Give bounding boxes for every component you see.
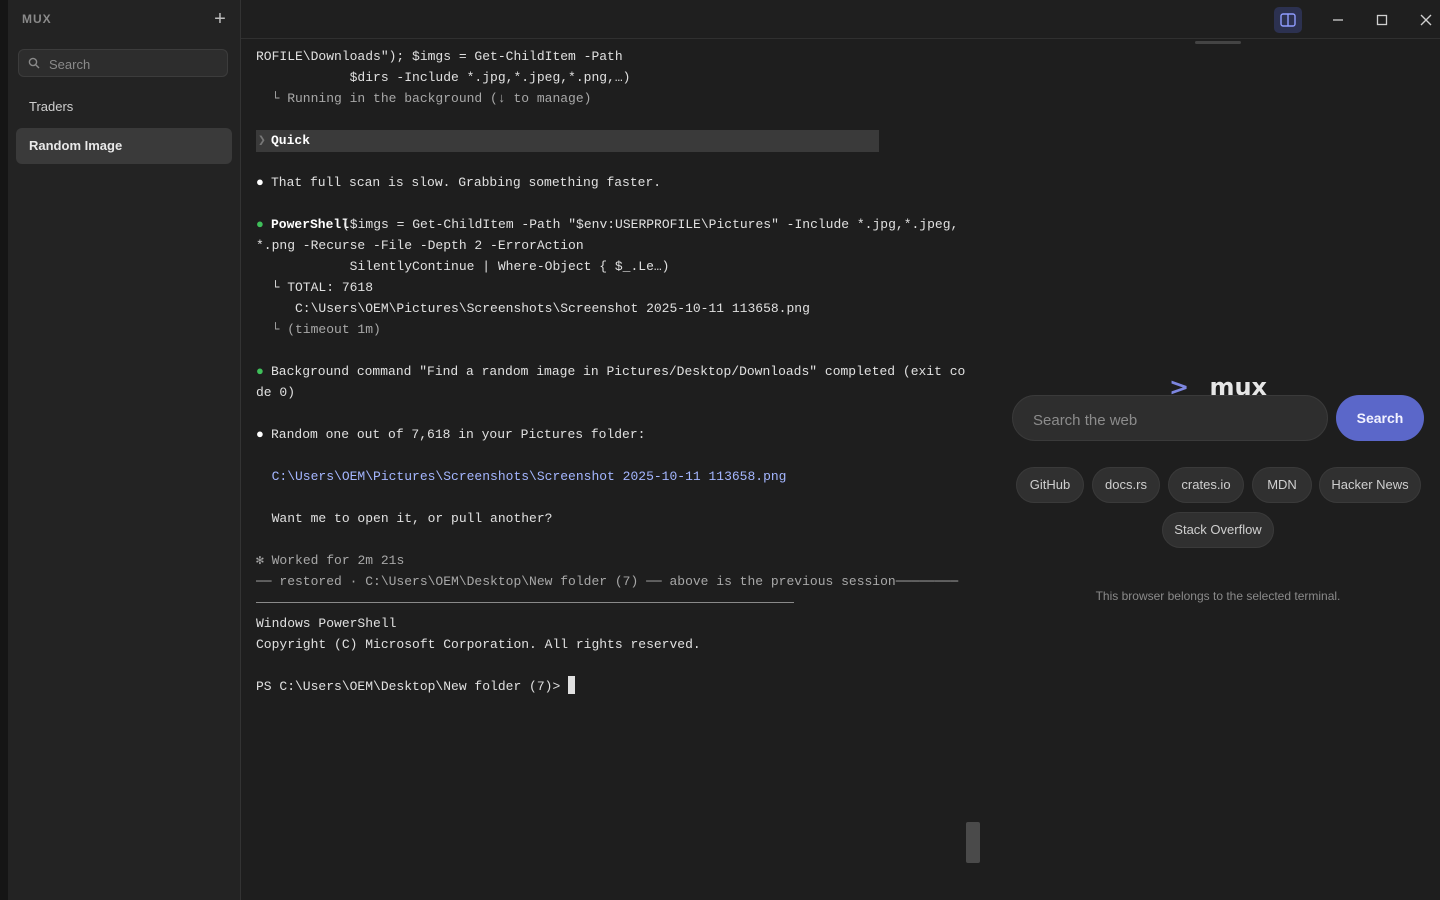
terminal-line: Random one out of 7,618 in your Pictures…	[271, 427, 646, 442]
sidebar-search[interactable]	[18, 49, 228, 77]
maximize-icon	[1376, 14, 1388, 26]
terminal-line: That full scan is slow. Grabbing somethi…	[271, 175, 662, 190]
add-session-button[interactable]: +	[208, 8, 232, 32]
terminal-line: de 0)	[256, 385, 296, 400]
white-bullet-icon: ●	[256, 175, 264, 190]
terminal-line: Copyright (C) Microsoft Corporation. All…	[256, 637, 701, 652]
titlebar	[241, 0, 1440, 39]
maximize-button[interactable]	[1368, 7, 1396, 33]
terminal-scrollbar[interactable]	[966, 822, 980, 863]
worked-duration: ✻ Worked for 2m 21s	[256, 553, 405, 568]
prompt-text: PS C:\Users\OEM\Desktop\New folder (7)>	[256, 679, 569, 694]
divider-line	[256, 602, 794, 603]
quicklink-github[interactable]: GitHub	[1016, 467, 1084, 503]
image-path-link[interactable]: C:\Users\OEM\Pictures\Screenshots\Screen…	[256, 466, 787, 487]
terminal-line: $dirs -Include *.jpg,*.jpeg,*.png,…)	[256, 70, 631, 85]
green-bullet-icon: ●	[256, 217, 264, 232]
close-icon	[1420, 14, 1432, 26]
sidebar-search-input[interactable]	[47, 53, 223, 75]
text-cursor	[568, 676, 576, 694]
quicklink-mdn[interactable]: MDN	[1252, 467, 1312, 503]
terminal-line: *.png -Recurse -File -Depth 2 -ErrorActi…	[256, 238, 584, 253]
shell-prompt: PS C:\Users\OEM\Desktop\New folder (7)>	[256, 676, 576, 697]
chevron-right-icon: ❯	[258, 133, 266, 148]
terminal-line: ROFILE\Downloads"); $imgs = Get-ChildIte…	[256, 49, 623, 64]
quick-label: Quick	[271, 133, 311, 148]
terminal-line: SilentlyContinue | Where-Object { $_.Le……	[256, 259, 670, 274]
panel-drag-handle[interactable]	[1195, 41, 1241, 44]
sidebar: MUX + Traders Random Image	[8, 0, 241, 900]
minimize-button[interactable]	[1324, 7, 1352, 33]
terminal-line: └ Running in the background (↓ to manage…	[256, 91, 592, 106]
tool-name: PowerShell	[271, 217, 350, 232]
browser-panel: >_ mux Search GitHub docs.rs crates.io M…	[996, 39, 1440, 900]
split-view-icon	[1280, 13, 1296, 27]
close-window-button[interactable]	[1412, 7, 1440, 33]
search-icon	[28, 57, 40, 69]
browser-ownership-note: This browser belongs to the selected ter…	[1095, 589, 1341, 603]
minimize-icon	[1333, 19, 1343, 21]
app-brand: MUX	[22, 12, 52, 26]
web-search-input[interactable]	[1031, 408, 1315, 432]
terminal-line: C:\Users\OEM\Pictures\Screenshots\Screen…	[256, 301, 810, 316]
quicklink-docs-rs[interactable]: docs.rs	[1092, 467, 1160, 503]
split-view-button[interactable]	[1274, 7, 1302, 33]
terminal-line: Background command "Find a random image …	[271, 364, 966, 379]
terminal-line: ($imgs = Get-ChildItem -Path "$env:USERP…	[342, 217, 959, 232]
sidebar-item-random-image[interactable]: Random Image	[16, 128, 232, 164]
quicklink-hacker-news[interactable]: Hacker News	[1319, 467, 1421, 503]
terminal-line: Want me to open it, or pull another?	[256, 511, 553, 526]
web-search-field[interactable]	[1012, 395, 1328, 441]
terminal-output[interactable]: ROFILE\Downloads"); $imgs = Get-ChildIte…	[256, 46, 976, 886]
terminal-line: └ (timeout 1m)	[256, 322, 381, 337]
terminal-line: Windows PowerShell	[256, 616, 397, 631]
sidebar-item-traders[interactable]: Traders	[16, 89, 232, 125]
window-left-edge	[0, 0, 8, 900]
terminal-line: └ TOTAL: 7618	[256, 280, 374, 295]
web-search-button[interactable]: Search	[1336, 395, 1424, 441]
green-bullet-icon: ●	[256, 364, 264, 379]
quick-tool-header[interactable]	[256, 130, 879, 152]
white-bullet-icon: ●	[256, 427, 264, 442]
quicklink-stack-overflow[interactable]: Stack Overflow	[1162, 512, 1274, 548]
session-divider: ── restored · C:\Users\OEM\Desktop\New f…	[256, 574, 959, 589]
quicklink-crates-io[interactable]: crates.io	[1168, 467, 1244, 503]
